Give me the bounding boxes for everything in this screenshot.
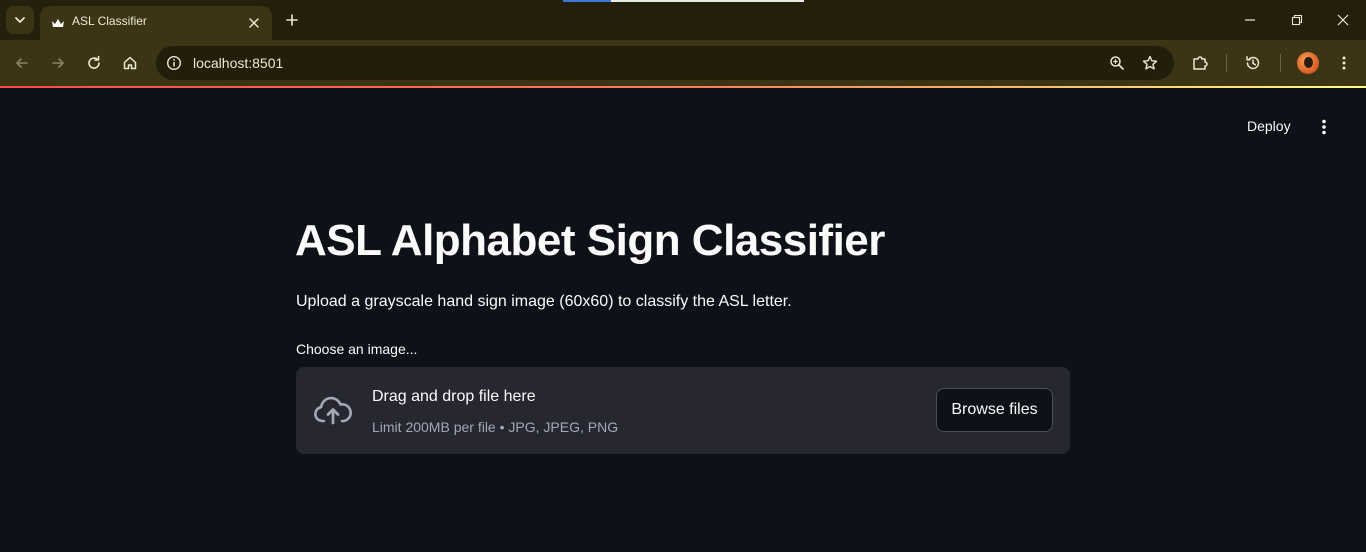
tab-close-button[interactable] <box>244 13 264 33</box>
app-main: Deploy ASL Alphabet Sign Classifier Uplo… <box>0 88 1366 552</box>
restore-button[interactable] <box>1285 8 1309 32</box>
dropzone-limit-text: Limit 200MB per file • JPG, JPEG, PNG <box>372 419 619 435</box>
close-icon <box>1337 14 1349 26</box>
zoom-icon <box>1110 56 1124 70</box>
app-menu-button[interactable] <box>1313 116 1335 138</box>
browse-files-button[interactable]: Browse files <box>936 388 1053 432</box>
tab-search-button[interactable] <box>6 6 34 34</box>
back-button[interactable] <box>11 52 33 74</box>
file-dropzone[interactable]: Drag and drop file here Limit 200MB per … <box>296 367 1070 454</box>
arrow-right-icon <box>52 58 64 68</box>
chevron-down-icon <box>15 17 25 23</box>
star-icon <box>1142 55 1158 70</box>
kebab-icon <box>1342 56 1346 70</box>
new-tab-button[interactable] <box>282 10 302 30</box>
plus-icon <box>286 14 298 26</box>
extensions-button[interactable] <box>1189 52 1211 74</box>
page-description: Upload a grayscale hand sign image (60x6… <box>296 293 792 310</box>
zoom-button[interactable] <box>1107 53 1127 73</box>
browser-tab[interactable]: ASL Classifier <box>40 6 272 40</box>
deploy-button[interactable]: Deploy <box>1237 116 1301 136</box>
toolbar-separator <box>1226 54 1227 72</box>
home-button[interactable] <box>119 52 141 74</box>
close-window-button[interactable] <box>1331 8 1355 32</box>
home-icon <box>123 56 137 70</box>
arrow-left-icon <box>16 58 28 68</box>
loading-indicator <box>563 0 804 2</box>
history-icon <box>1246 56 1260 70</box>
browser-tabstrip: ASL Classifier <box>0 0 1366 40</box>
history-button[interactable] <box>1242 52 1264 74</box>
kebab-icon <box>1322 119 1326 135</box>
puzzle-icon <box>1193 56 1208 70</box>
tab-title: ASL Classifier <box>72 14 147 28</box>
dropzone-instruction: Drag and drop file here <box>372 388 536 405</box>
minimize-button[interactable] <box>1238 8 1262 32</box>
browser-toolbar: localhost:8501 <box>0 40 1366 86</box>
cloud-upload-icon <box>313 392 353 428</box>
bookmark-button[interactable] <box>1140 53 1160 73</box>
page-title: ASL Alphabet Sign Classifier <box>295 216 885 265</box>
reload-icon <box>88 55 100 69</box>
browser-menu-button[interactable] <box>1333 52 1355 74</box>
close-icon <box>249 18 259 28</box>
file-uploader-label: Choose an image... <box>296 341 418 357</box>
restore-icon <box>1291 14 1303 26</box>
url-text[interactable]: localhost:8501 <box>193 55 283 71</box>
address-bar[interactable]: localhost:8501 <box>156 46 1174 80</box>
toolbar-separator <box>1280 54 1281 72</box>
streamlit-crown-icon <box>52 19 64 27</box>
profile-avatar[interactable] <box>1297 52 1319 74</box>
minimize-icon <box>1245 19 1255 21</box>
info-icon <box>166 55 182 71</box>
reload-button[interactable] <box>83 52 105 74</box>
site-info-button[interactable] <box>164 53 184 73</box>
forward-button[interactable] <box>47 52 69 74</box>
